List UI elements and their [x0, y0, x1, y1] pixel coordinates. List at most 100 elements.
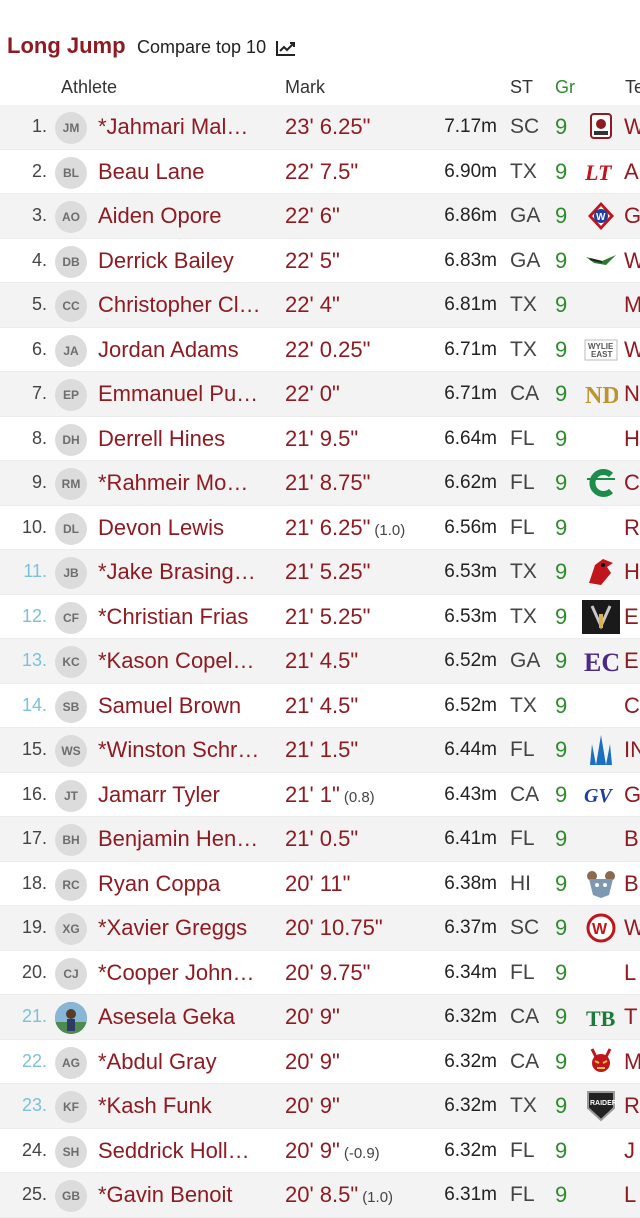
- ec-logo-icon[interactable]: EC: [582, 646, 620, 676]
- table-row[interactable]: 24. SH Seddrick Holl… 20' 9" (-0.9) 6.32m FL 9 J: [0, 1129, 640, 1173]
- athlete-initials-avatar[interactable]: KF: [55, 1091, 87, 1123]
- mark-link[interactable]: 20' 10.75": [285, 915, 383, 941]
- athlete-name-link[interactable]: Devon Lewis: [98, 515, 224, 541]
- w-circle-logo-icon[interactable]: W: [582, 913, 620, 943]
- athlete-initials-avatar[interactable]: CC: [55, 290, 87, 322]
- mark-link[interactable]: 20' 9": [285, 1093, 340, 1119]
- team-name-link[interactable]: W: [624, 114, 640, 140]
- athlete-name-link[interactable]: Asesela Geka: [98, 1004, 235, 1030]
- team-name-link[interactable]: A: [624, 159, 639, 185]
- athlete-name-link[interactable]: *Xavier Greggs: [98, 915, 247, 941]
- athlete-initials-avatar[interactable]: RC: [55, 868, 87, 901]
- mark-link[interactable]: 22' 5": [285, 248, 340, 274]
- athlete-initials-avatar[interactable]: BH: [55, 824, 87, 856]
- table-row[interactable]: 4. DB Derrick Bailey 22' 5" 6.83m GA 9 W: [0, 239, 640, 283]
- table-row[interactable]: 7. EP Emmanuel Pu… 22' 0" 6.71m CA 9 ND N: [0, 372, 640, 417]
- athlete-name-link[interactable]: *Jake Brasing…: [98, 559, 256, 585]
- athlete-name-link[interactable]: Christopher Cl…: [98, 292, 261, 318]
- athlete-name-link[interactable]: *Gavin Benoit: [98, 1182, 233, 1208]
- athlete-initials-avatar[interactable]: CF: [55, 601, 87, 634]
- athlete-name-link[interactable]: *Winston Schr…: [98, 737, 259, 763]
- athlete-initials-avatar[interactable]: DL: [55, 512, 87, 545]
- athlete-initials-avatar[interactable]: CJ: [55, 957, 87, 990]
- mark-link[interactable]: 21' 1.5": [285, 737, 358, 763]
- table-row[interactable]: 17. BH Benjamin Hen… 21' 0.5" 6.41m FL 9 B: [0, 817, 640, 862]
- table-row[interactable]: 9. RM *Rahmeir Mo… 21' 8.75" 6.62m FL 9 C: [0, 461, 640, 506]
- mark-link[interactable]: 20' 9": [285, 1004, 340, 1030]
- athlete-initials-avatar[interactable]: JM: [55, 112, 87, 144]
- athlete-name-link[interactable]: Samuel Brown: [98, 693, 241, 719]
- team-name-link[interactable]: M: [624, 292, 640, 318]
- athlete-name-link[interactable]: Seddrick Holl…: [98, 1138, 250, 1164]
- athlete-name-link[interactable]: Emmanuel Pu…: [98, 381, 258, 407]
- table-row[interactable]: 16. JT Jamarr Tyler 21' 1" (0.8) 6.43m CA 9 GV G: [0, 773, 640, 817]
- table-row[interactable]: 3. AO Aiden Opore 22' 6" 6.86m GA 9 W G: [0, 194, 640, 239]
- raiders-logo-icon[interactable]: RAIDERS: [582, 1091, 620, 1122]
- mark-link[interactable]: 21' 6.25" (1.0): [285, 515, 405, 541]
- team-name-link[interactable]: W: [624, 337, 640, 363]
- nd-logo-icon[interactable]: ND: [582, 379, 620, 409]
- mark-link[interactable]: 22' 0.25": [285, 337, 370, 363]
- athlete-initials-avatar[interactable]: AG: [55, 1046, 87, 1079]
- team-name-link[interactable]: H: [624, 426, 640, 452]
- team-name-link[interactable]: B: [624, 871, 639, 897]
- team-name-link[interactable]: M: [624, 1049, 640, 1075]
- table-row[interactable]: 6. JA Jordan Adams 22' 0.25" 6.71m TX 9 WYLIE EA…: [0, 328, 640, 372]
- athlete-initials-avatar[interactable]: SB: [55, 690, 87, 723]
- table-row[interactable]: 23. KF *Kash Funk 20' 9" 6.32m TX 9 RAIDERS R: [0, 1084, 640, 1129]
- mark-link[interactable]: 22' 4": [285, 292, 340, 318]
- athlete-name-link[interactable]: Beau Lane: [98, 159, 204, 185]
- c-logo-icon[interactable]: [582, 468, 620, 498]
- table-row[interactable]: 15. WS *Winston Schr… 21' 1.5" 6.44m FL 9 IN: [0, 728, 640, 773]
- table-row[interactable]: 13. KC *Kason Copel… 21' 4.5" 6.52m GA 9 EC E: [0, 639, 640, 684]
- mark-link[interactable]: 20' 8.5" (1.0): [285, 1182, 393, 1208]
- spire-logo-icon[interactable]: [582, 735, 620, 765]
- athlete-name-link[interactable]: *Kash Funk: [98, 1093, 212, 1119]
- table-row[interactable]: 8. DH Derrell Hines 21' 9.5" 6.64m FL 9 H: [0, 417, 640, 461]
- athlete-name-link[interactable]: Benjamin Hen…: [98, 826, 258, 852]
- athlete-name-link[interactable]: Jordan Adams: [98, 337, 239, 363]
- mark-link[interactable]: 23' 6.25": [285, 114, 370, 140]
- team-name-link[interactable]: IN: [624, 737, 640, 763]
- table-row[interactable]: 20. CJ *Cooper John… 20' 9.75" 6.34m FL 9 L: [0, 951, 640, 995]
- athlete-initials-avatar[interactable]: BL: [55, 156, 87, 189]
- bear-logo-icon[interactable]: [582, 869, 620, 899]
- wing-logo-icon[interactable]: [582, 246, 620, 276]
- athlete-initials-avatar[interactable]: SH: [55, 1135, 87, 1168]
- athlete-initials-avatar[interactable]: EP: [55, 379, 87, 411]
- team-name-link[interactable]: W: [624, 248, 640, 274]
- team-name-link[interactable]: C: [624, 693, 640, 719]
- athlete-name-link[interactable]: Derrell Hines: [98, 426, 225, 452]
- team-name-link[interactable]: C: [624, 470, 640, 496]
- team-name-link[interactable]: N: [624, 381, 640, 407]
- athlete-initials-avatar[interactable]: XG: [55, 913, 87, 945]
- wylie-east-logo-icon[interactable]: WYLIE EAST: [582, 335, 620, 365]
- table-row[interactable]: 12. CF *Christian Frias 21' 5.25" 6.53m TX 9 E: [0, 595, 640, 639]
- w-shield-logo-icon[interactable]: W: [582, 201, 620, 231]
- athlete-name-link[interactable]: Jamarr Tyler: [98, 782, 220, 808]
- athlete-photo-avatar[interactable]: [55, 1002, 87, 1034]
- cardinal-logo-icon[interactable]: [582, 557, 620, 587]
- athlete-initials-avatar[interactable]: DH: [55, 423, 87, 456]
- dark-logo-icon[interactable]: [582, 599, 620, 634]
- team-name-link[interactable]: G: [624, 782, 640, 808]
- athlete-initials-avatar[interactable]: WS: [55, 735, 87, 767]
- table-row[interactable]: 18. RC Ryan Coppa 20' 11" 6.38m HI 9 B: [0, 862, 640, 906]
- mark-link[interactable]: 22' 6": [285, 203, 340, 229]
- table-row[interactable]: 14. SB Samuel Brown 21' 4.5" 6.52m TX 9 C: [0, 684, 640, 728]
- athlete-initials-avatar[interactable]: RM: [55, 468, 87, 500]
- athlete-column-header[interactable]: Athlete: [61, 77, 117, 98]
- athlete-name-link[interactable]: *Rahmeir Mo…: [98, 470, 248, 496]
- team-name-link[interactable]: B: [624, 826, 639, 852]
- state-column-header[interactable]: ST: [510, 77, 533, 98]
- mark-link[interactable]: 21' 9.5": [285, 426, 358, 452]
- devil-logo-icon[interactable]: [582, 1047, 620, 1077]
- athlete-initials-avatar[interactable]: KC: [55, 646, 87, 678]
- team-name-link[interactable]: J: [624, 1138, 635, 1164]
- table-row[interactable]: 11. JB *Jake Brasing… 21' 5.25" 6.53m TX 9 H: [0, 550, 640, 595]
- athlete-name-link[interactable]: *Cooper John…: [98, 960, 255, 986]
- team-name-link[interactable]: T: [624, 1004, 637, 1030]
- table-row[interactable]: 1. JM *Jahmari Mal… 23' 6.25" 7.17m SC 9 W: [0, 105, 640, 150]
- compare-top-10-link[interactable]: Compare top 10: [137, 37, 296, 58]
- mark-link[interactable]: 21' 0.5": [285, 826, 358, 852]
